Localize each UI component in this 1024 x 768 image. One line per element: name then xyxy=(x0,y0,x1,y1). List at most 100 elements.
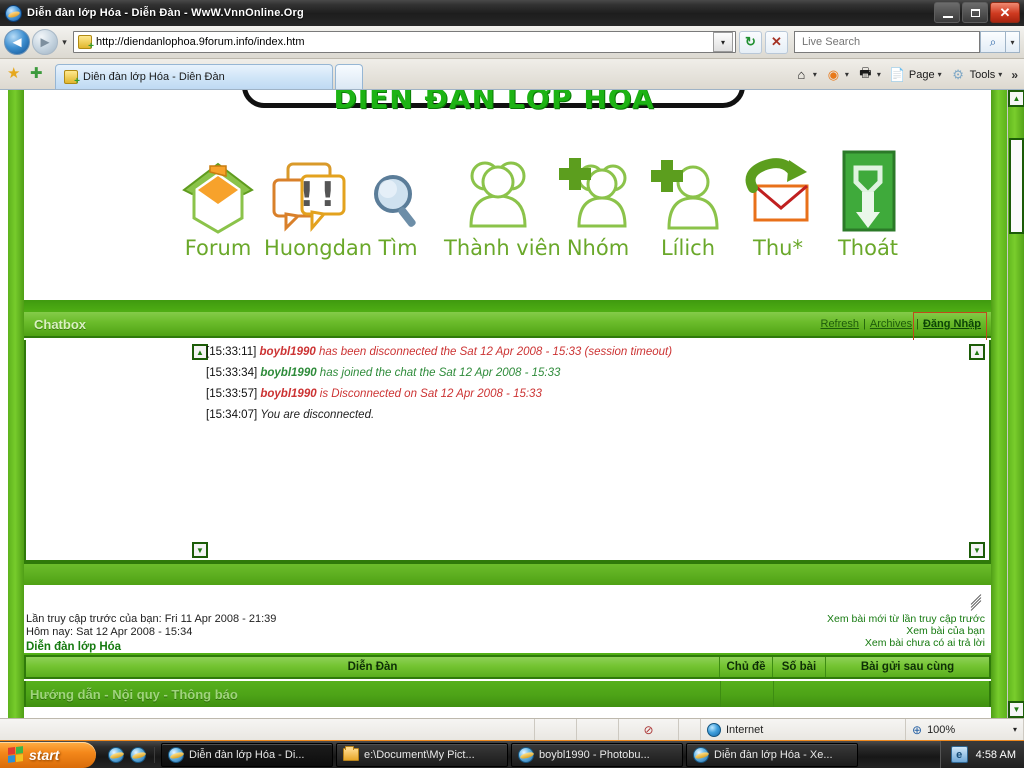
view-your-posts-link[interactable]: Xem bài của bạn xyxy=(827,625,985,637)
chatbox-footer xyxy=(24,562,991,585)
forum-category-label: Hướng dẫn - Nội quy - Thông báo xyxy=(30,686,238,702)
window-titlebar: Diễn đàn lớp Hóa - Diễn Đàn - WwW.VnnOnl… xyxy=(0,0,1024,26)
chat-nickname[interactable]: boybl1990 xyxy=(260,367,316,379)
maximize-button[interactable] xyxy=(962,2,988,23)
maximize-icon xyxy=(970,8,980,17)
toolbar-overflow-button[interactable]: » xyxy=(1007,68,1022,82)
nav-huongdan[interactable]: ! ! Huongdan xyxy=(264,145,373,260)
chat-nickname[interactable]: boybl1990 xyxy=(260,346,316,358)
chatbox-scroll-down-button[interactable]: ▼ xyxy=(192,542,208,558)
forward-button[interactable]: ► xyxy=(32,29,58,55)
chevron-down-icon[interactable]: ▾ xyxy=(845,70,849,79)
zoom-dropdown-icon[interactable]: ▾ xyxy=(1013,725,1017,734)
ie-icon[interactable] xyxy=(108,746,124,763)
search-box[interactable] xyxy=(794,31,980,53)
chat-nickname[interactable]: boybl1990 xyxy=(260,388,316,400)
address-input[interactable]: http://diendanlophoa.9forum.info/index.h… xyxy=(96,36,305,48)
taskbar-item-forum[interactable]: Diễn đàn lớp Hóa - Di... xyxy=(161,742,333,767)
address-dropdown-button[interactable]: ▾ xyxy=(713,32,733,52)
security-zone[interactable]: Internet xyxy=(701,718,906,741)
scroll-down-button[interactable]: ▼ xyxy=(1008,701,1024,718)
window-title: Diễn đàn lớp Hóa - Diễn Đàn - WwW.VnnOnl… xyxy=(27,7,304,19)
view-new-posts-link[interactable]: Xem bài mới từ lần truy cập trước xyxy=(827,613,985,625)
taskbar-item-label: e:\Document\My Pict... xyxy=(364,748,475,761)
taskbar-item-photobucket[interactable]: boybl1990 - Photobu... xyxy=(511,742,683,767)
tab-label: Diễn đàn lớp Hóa - Diễn Đàn xyxy=(83,71,225,83)
nav-thu[interactable]: Thu* xyxy=(734,145,822,260)
last-visit-info: Lần truy cập trước của bạn: Fri 11 Apr 2… xyxy=(26,613,276,654)
chatbox-title: Chatbox xyxy=(34,316,86,332)
back-button[interactable]: ◄ xyxy=(4,29,30,55)
taskbar-clock[interactable]: 4:58 AM xyxy=(976,749,1016,761)
start-button[interactable]: start xyxy=(0,741,96,768)
nav-thanhvien[interactable]: Thành viên xyxy=(444,145,561,260)
chatbox-refresh-link[interactable]: Refresh xyxy=(821,318,860,330)
nav-lilich[interactable]: Lílich xyxy=(644,145,732,260)
print-icon: 🖶 xyxy=(859,64,872,80)
chatbox-header: Chatbox Refresh | Archives | Đăng Nhập xyxy=(24,312,991,349)
textarea-resize-grip[interactable] xyxy=(969,594,983,611)
phishing-filter-icon[interactable]: ⊘ xyxy=(619,718,679,741)
feeds-button[interactable]: ◉ ▾ xyxy=(822,64,852,85)
security-zone-label: Internet xyxy=(726,723,764,736)
chat-message: [15:33:57] boybl1990 is Disconnected on … xyxy=(206,384,959,405)
page-icon: 📄 xyxy=(889,66,906,82)
page-scrollbar[interactable]: ▲ ▼ xyxy=(1007,90,1024,718)
chatbox-login-link[interactable]: Đăng Nhập xyxy=(923,318,981,330)
minimize-button[interactable] xyxy=(934,2,960,23)
history-dropdown-button[interactable]: ▾ xyxy=(58,37,71,48)
search-icon[interactable]: ⌕ xyxy=(980,31,1005,53)
chevron-down-icon[interactable]: ▾ xyxy=(813,70,817,79)
chatbox-archives-link[interactable]: Archives xyxy=(870,318,912,330)
search-input[interactable] xyxy=(800,35,974,49)
view-unanswered-link[interactable]: Xem bài chưa có ai trả lời xyxy=(827,637,985,649)
chat-message: [15:34:07] You are disconnected. xyxy=(206,405,959,426)
nav-forum[interactable]: Forum xyxy=(174,145,262,260)
home-button[interactable]: ⌂ ▾ xyxy=(790,64,820,85)
taskbar-item-forum-2[interactable]: Diễn đàn lớp Hóa - Xe... xyxy=(686,742,858,767)
search-provider-dropdown[interactable]: ▾ xyxy=(1005,31,1020,53)
new-tab-button[interactable] xyxy=(335,64,363,89)
page-menu-button[interactable]: 📄 Page ▾ xyxy=(886,64,945,85)
tools-menu-button[interactable]: ⚙ Tools ▾ xyxy=(947,64,1006,85)
chevron-down-icon[interactable]: ▾ xyxy=(877,70,881,79)
add-to-favorites-icon[interactable]: ✚ xyxy=(30,66,47,83)
nav-nhom[interactable]: Nhóm xyxy=(554,145,642,260)
scrollbar-thumb[interactable] xyxy=(1009,138,1024,234)
forum-table-header: Diễn Đàn Chủ đề Số bài Bài gửi sau cùng xyxy=(24,655,991,679)
house-icon xyxy=(174,145,262,240)
chevron-down-icon[interactable]: ▾ xyxy=(938,70,942,79)
refresh-button[interactable]: ↻ xyxy=(739,30,762,54)
row-cell-topics xyxy=(720,681,773,707)
taskbar-item-explorer[interactable]: e:\Document\My Pict... xyxy=(336,742,508,767)
stop-button[interactable]: ✕ xyxy=(765,30,788,54)
close-button[interactable]: ✕ xyxy=(990,2,1020,23)
status-message xyxy=(0,718,535,741)
print-button[interactable]: 🖶 ▾ xyxy=(854,64,884,85)
nav-huongdan-label: Huongdan xyxy=(264,236,373,260)
column-header-topics: Chủ đề xyxy=(720,657,773,677)
ie-icon-2[interactable] xyxy=(130,746,146,763)
tray-ie-icon[interactable]: e xyxy=(950,746,968,763)
zoom-control[interactable]: ⊕ 100% ▾ xyxy=(906,718,1024,741)
page-left-border xyxy=(8,90,24,718)
chat-text: You are disconnected. xyxy=(260,409,375,421)
forum-banner: DIỄN ĐÀN LỚP HÓA Forum ! ! Huongdan Tìm … xyxy=(24,90,991,290)
ie-icon xyxy=(518,746,534,763)
address-bar[interactable]: http://diendanlophoa.9forum.info/index.h… xyxy=(73,31,736,53)
scroll-up-button[interactable]: ▲ xyxy=(1008,90,1024,107)
forum-category-row[interactable]: Hướng dẫn - Nội quy - Thông báo xyxy=(24,681,991,707)
chatbox-scroll-up-button-right[interactable]: ▲ xyxy=(969,344,985,360)
chevron-down-icon[interactable]: ▾ xyxy=(998,70,1002,79)
link-separator-2: | xyxy=(916,318,919,330)
tab-forum[interactable]: Diễn đàn lớp Hóa - Diễn Đàn xyxy=(55,64,333,89)
tab-favicon-icon xyxy=(64,70,80,87)
column-header-last-post: Bài gửi sau cùng xyxy=(860,661,955,673)
nav-tim[interactable]: Tìm xyxy=(354,145,442,260)
ie-logo-icon xyxy=(5,4,22,22)
chatbox-scroll-down-button-right[interactable]: ▼ xyxy=(969,542,985,558)
nav-thoat[interactable]: Thoát xyxy=(824,145,912,260)
group-plus-icon xyxy=(554,145,642,240)
taskbar-tasks: Diễn đàn lớp Hóa - Di... e:\Document\My … xyxy=(161,742,940,767)
favorites-star-icon[interactable]: ★ xyxy=(7,66,24,83)
